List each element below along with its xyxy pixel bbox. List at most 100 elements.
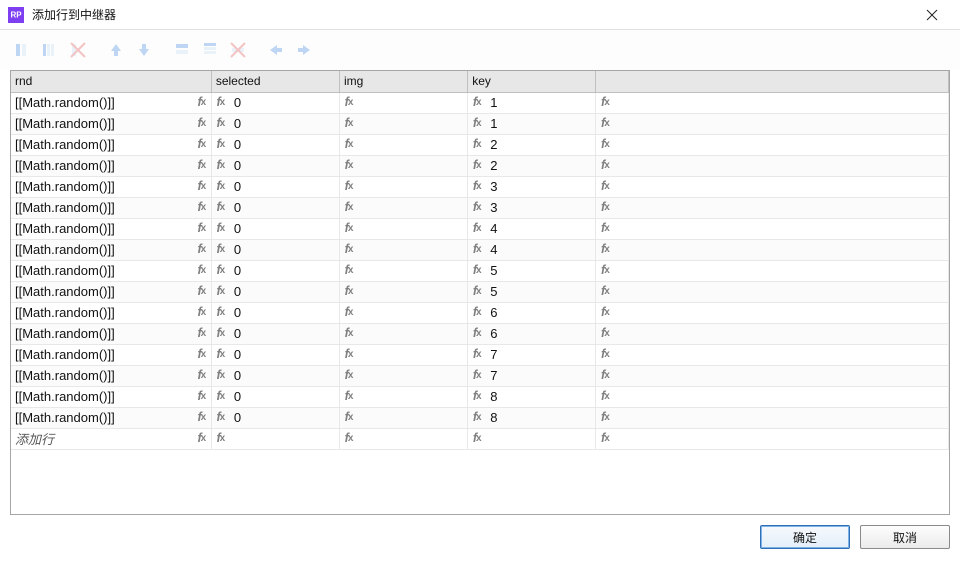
cell-value[interactable]: [[Math.random()]]: [11, 95, 191, 110]
cell-value[interactable]: 7: [488, 368, 497, 383]
fx-button[interactable]: fx: [193, 285, 211, 298]
cell-value[interactable]: 6: [488, 326, 497, 341]
fx-button[interactable]: fx: [596, 138, 614, 151]
fx-button[interactable]: fx: [596, 222, 614, 235]
fx-button[interactable]: fx: [212, 201, 230, 214]
cell-value[interactable]: 0: [232, 179, 241, 194]
fx-button[interactable]: fx: [596, 117, 614, 130]
fx-button[interactable]: fx: [468, 138, 486, 151]
arrow-down-icon[interactable]: [132, 38, 156, 62]
fx-button[interactable]: fx: [596, 201, 614, 214]
fx-button[interactable]: fx: [596, 264, 614, 277]
table-row[interactable]: [[Math.random()]]fxfx0fxfx1fx: [11, 113, 949, 134]
cell-value[interactable]: 5: [488, 284, 497, 299]
cell-value[interactable]: 8: [488, 389, 497, 404]
cell-value[interactable]: [[Math.random()]]: [11, 200, 191, 215]
cell-value[interactable]: [[Math.random()]]: [11, 179, 191, 194]
fx-button[interactable]: fx: [193, 201, 211, 214]
table-row[interactable]: [[Math.random()]]fxfx0fxfx4fx: [11, 218, 949, 239]
arrow-left-icon[interactable]: [264, 38, 288, 62]
fx-button[interactable]: fx: [340, 264, 358, 277]
fx-button[interactable]: fx: [596, 96, 614, 109]
cell-value[interactable]: 0: [232, 95, 241, 110]
fx-button[interactable]: fx: [193, 306, 211, 319]
fx-button[interactable]: fx: [340, 369, 358, 382]
cell-value[interactable]: 0: [232, 242, 241, 257]
arrow-up-icon[interactable]: [104, 38, 128, 62]
cell-value[interactable]: [[Math.random()]]: [11, 368, 191, 383]
table-row[interactable]: [[Math.random()]]fxfx0fxfx2fx: [11, 155, 949, 176]
fx-button[interactable]: fx: [212, 264, 230, 277]
fx-button[interactable]: fx: [468, 117, 486, 130]
cell-value[interactable]: [[Math.random()]]: [11, 158, 191, 173]
table-row[interactable]: [[Math.random()]]fxfx0fxfx8fx: [11, 407, 949, 428]
fx-button[interactable]: fx: [193, 348, 211, 361]
delete-cols-icon[interactable]: [66, 38, 90, 62]
table-row[interactable]: [[Math.random()]]fxfx0fxfx6fx: [11, 323, 949, 344]
cell-value[interactable]: 4: [488, 221, 497, 236]
insert-col-icon[interactable]: [10, 38, 34, 62]
fx-button[interactable]: fx: [340, 159, 358, 172]
cell-value[interactable]: 0: [232, 221, 241, 236]
fx-button[interactable]: fx: [212, 222, 230, 235]
cell-value[interactable]: [[Math.random()]]: [11, 326, 191, 341]
fx-button[interactable]: fx: [340, 117, 358, 130]
fx-button[interactable]: fx: [468, 390, 486, 403]
fx-button[interactable]: fx: [340, 306, 358, 319]
column-header[interactable]: img: [340, 71, 468, 92]
table-row[interactable]: [[Math.random()]]fxfx0fxfx8fx: [11, 386, 949, 407]
column-header[interactable]: [596, 71, 949, 92]
cell-value[interactable]: 0: [232, 347, 241, 362]
insert-row-group-icon[interactable]: [198, 38, 222, 62]
table-row[interactable]: [[Math.random()]]fxfx0fxfx7fx: [11, 344, 949, 365]
fx-button[interactable]: fx: [596, 432, 614, 445]
cell-value[interactable]: [[Math.random()]]: [11, 347, 191, 362]
fx-button[interactable]: fx: [468, 264, 486, 277]
fx-button[interactable]: fx: [340, 327, 358, 340]
fx-button[interactable]: fx: [212, 432, 230, 445]
fx-button[interactable]: fx: [193, 117, 211, 130]
cell-value[interactable]: 2: [488, 158, 497, 173]
fx-button[interactable]: fx: [340, 432, 358, 445]
fx-button[interactable]: fx: [193, 222, 211, 235]
fx-button[interactable]: fx: [468, 96, 486, 109]
cell-value[interactable]: 6: [488, 305, 497, 320]
cell-value[interactable]: 0: [232, 368, 241, 383]
arrow-right-icon[interactable]: [292, 38, 316, 62]
fx-button[interactable]: fx: [468, 243, 486, 256]
table-row[interactable]: [[Math.random()]]fxfx0fxfx2fx: [11, 134, 949, 155]
fx-button[interactable]: fx: [340, 222, 358, 235]
cell-value[interactable]: [[Math.random()]]: [11, 116, 191, 131]
insert-col-group-icon[interactable]: [38, 38, 62, 62]
cell-value[interactable]: [[Math.random()]]: [11, 305, 191, 320]
fx-button[interactable]: fx: [596, 159, 614, 172]
fx-button[interactable]: fx: [468, 327, 486, 340]
fx-button[interactable]: fx: [193, 390, 211, 403]
cell-value[interactable]: 0: [232, 116, 241, 131]
fx-button[interactable]: fx: [193, 411, 211, 424]
cell-value[interactable]: [[Math.random()]]: [11, 389, 191, 404]
fx-button[interactable]: fx: [212, 243, 230, 256]
fx-button[interactable]: fx: [212, 411, 230, 424]
cell-value[interactable]: 1: [488, 95, 497, 110]
fx-button[interactable]: fx: [212, 180, 230, 193]
cell-value[interactable]: 0: [232, 410, 241, 425]
cell-value[interactable]: 2: [488, 137, 497, 152]
cell-value[interactable]: 0: [232, 284, 241, 299]
cell-value[interactable]: [[Math.random()]]: [11, 263, 191, 278]
cell-value[interactable]: 3: [488, 200, 497, 215]
cell-value[interactable]: 0: [232, 158, 241, 173]
table-row[interactable]: [[Math.random()]]fxfx0fxfx7fx: [11, 365, 949, 386]
cell-value[interactable]: [[Math.random()]]: [11, 137, 191, 152]
cell-value[interactable]: [[Math.random()]]: [11, 242, 191, 257]
fx-button[interactable]: fx: [468, 222, 486, 235]
add-row[interactable]: 添加行fxfxfxfxfx: [11, 428, 949, 449]
fx-button[interactable]: fx: [596, 327, 614, 340]
delete-rows-icon[interactable]: [226, 38, 250, 62]
fx-button[interactable]: fx: [193, 159, 211, 172]
fx-button[interactable]: fx: [212, 96, 230, 109]
fx-button[interactable]: fx: [212, 327, 230, 340]
fx-button[interactable]: fx: [468, 411, 486, 424]
fx-button[interactable]: fx: [212, 390, 230, 403]
close-button[interactable]: [912, 0, 952, 30]
